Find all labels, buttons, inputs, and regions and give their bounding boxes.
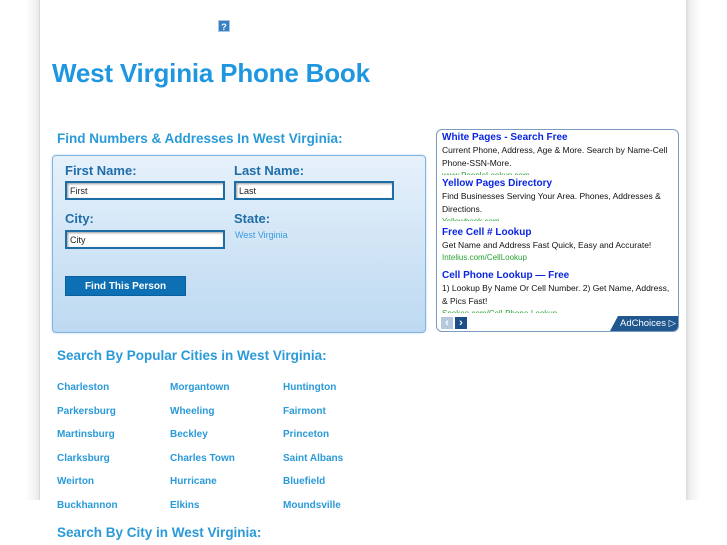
first-name-input[interactable] <box>65 181 225 200</box>
first-name-label: First Name: <box>65 163 137 178</box>
city-link[interactable]: Fairmont <box>283 406 396 430</box>
ad-url[interactable]: Intelius.com/CellLookup <box>442 252 676 264</box>
city-link[interactable]: Elkins <box>170 500 283 524</box>
ad-item: Free Cell # Lookup Get Name and Address … <box>442 226 676 264</box>
chevron-right-icon[interactable]: › <box>455 317 467 329</box>
chevron-left-icon[interactable]: ‹ <box>441 317 453 329</box>
ad-title-link[interactable]: Free Cell # Lookup <box>442 226 676 239</box>
city-label: City: <box>65 211 94 226</box>
city-link[interactable]: Bluefield <box>283 476 396 500</box>
city-link[interactable]: Weirton <box>57 476 170 500</box>
state-value: West Virginia <box>235 230 288 240</box>
ad-panel: White Pages - Search Free Current Phone,… <box>436 129 679 332</box>
ad-item: Yellow Pages Directory Find Businesses S… <box>442 177 676 221</box>
city-link[interactable]: Clarksburg <box>57 453 170 477</box>
city-link[interactable]: Hurricane <box>170 476 283 500</box>
ad-description: 1) Lookup By Name Or Cell Number. 2) Get… <box>442 283 670 306</box>
city-link[interactable]: Huntington <box>283 382 396 406</box>
find-person-button[interactable]: Find This Person <box>65 276 186 296</box>
city-link[interactable]: Saint Albans <box>283 453 396 477</box>
search-form-heading: Find Numbers & Addresses In West Virgini… <box>57 131 343 146</box>
last-name-input[interactable] <box>234 181 394 200</box>
ad-description: Find Businesses Serving Your Area. Phone… <box>442 191 661 214</box>
ad-navigation: ‹ › <box>441 317 467 329</box>
page-title: West Virginia Phone Book <box>52 58 370 88</box>
city-link[interactable]: Wheeling <box>170 406 283 430</box>
ad-title-link[interactable]: Cell Phone Lookup — Free <box>442 269 676 282</box>
ad-title-link[interactable]: White Pages - Search Free <box>442 131 676 144</box>
city-link[interactable]: Buckhannon <box>57 500 170 524</box>
city-input[interactable] <box>65 230 225 249</box>
people-search-form: First Name: Last Name: City: State: West… <box>52 155 426 333</box>
city-link[interactable]: Martinsburg <box>57 429 170 453</box>
ad-description: Get Name and Address Fast Quick, Easy an… <box>442 240 652 250</box>
state-label: State: <box>234 211 271 226</box>
city-link[interactable]: Parkersburg <box>57 406 170 430</box>
adchoices-badge[interactable]: AdChoices ▷ <box>610 316 678 331</box>
ad-item: Cell Phone Lookup — Free 1) Lookup By Na… <box>442 269 676 313</box>
popular-cities-grid: Charleston Morgantown Huntington Parkers… <box>57 382 396 523</box>
ad-item: White Pages - Search Free Current Phone,… <box>442 131 676 175</box>
city-link[interactable]: Moundsville <box>283 500 396 524</box>
city-link[interactable]: Princeton <box>283 429 396 453</box>
page-shadow-left <box>26 0 40 500</box>
page-shadow-right <box>686 0 700 500</box>
ad-url[interactable]: www.PeopleLookup.com <box>442 170 676 175</box>
city-link[interactable]: Charles Town <box>170 453 283 477</box>
page-container: ? West Virginia Phone Book Find Numbers … <box>40 0 686 545</box>
popular-cities-heading: Search By Popular Cities in West Virgini… <box>57 348 327 363</box>
last-name-label: Last Name: <box>234 163 305 178</box>
ad-description: Current Phone, Address, Age & More. Sear… <box>442 145 668 168</box>
city-search-heading: Search By City in West Virginia: <box>57 525 262 540</box>
ad-title-link[interactable]: Yellow Pages Directory <box>442 177 676 190</box>
ad-url[interactable]: Yellowbook.com <box>442 216 676 221</box>
city-link[interactable]: Charleston <box>57 382 170 406</box>
city-link[interactable]: Morgantown <box>170 382 283 406</box>
city-link[interactable]: Beckley <box>170 429 283 453</box>
help-icon[interactable]: ? <box>218 20 230 32</box>
ad-url[interactable]: Spokeo.com/Cell-Phone-Lookup <box>442 308 676 313</box>
